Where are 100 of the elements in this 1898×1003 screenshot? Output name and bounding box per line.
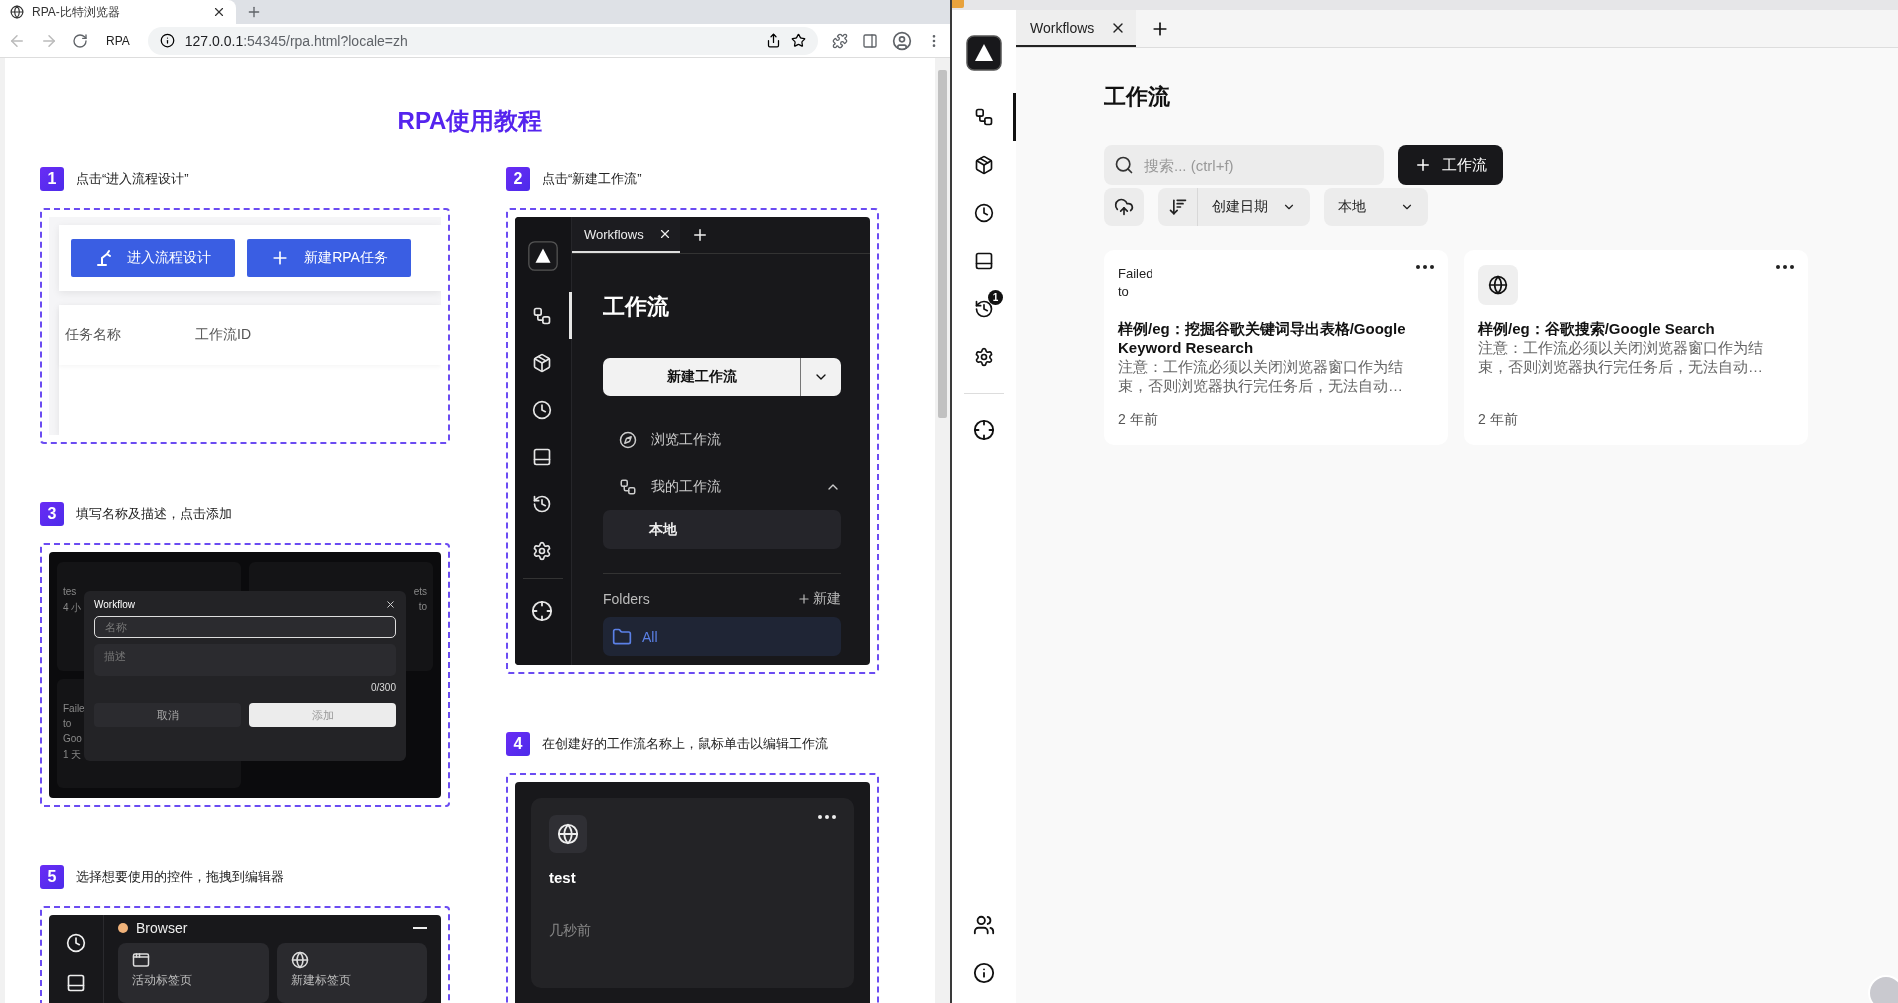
card-text: ets — [413, 586, 427, 597]
extensions-button[interactable] — [832, 32, 848, 49]
workflow-description: 注意：工作流必须以关闭浏览器窗口作为结束，否则浏览器执行完任务后，无法自动… — [1118, 357, 1404, 395]
card-text: Faile — [63, 703, 85, 714]
app-icon — [952, 0, 964, 8]
new-folder-button[interactable]: 新建 — [797, 590, 841, 608]
group-title: Browser — [136, 920, 189, 936]
history-icon — [531, 493, 552, 514]
count-badge: 1 — [988, 290, 1003, 305]
action-button[interactable]: 新建RPA任务 — [247, 239, 411, 277]
block-card[interactable]: 活动标签页 — [118, 943, 269, 1003]
page-title: RPA使用教程 — [396, 106, 544, 136]
plus-icon — [1414, 156, 1432, 174]
close-icon — [212, 5, 226, 19]
browser-tab[interactable]: RPA-比特浏览器 — [0, 0, 236, 24]
logo-icon — [966, 35, 1002, 71]
step-caption: 填写名称及描述，点击添加 — [76, 505, 232, 523]
image-alt-text: Failed to — [1118, 265, 1152, 301]
new-workflow-button[interactable]: 工作流 — [1398, 145, 1503, 185]
dialog-title: Workflow — [94, 599, 136, 610]
card-text: 4 小 — [63, 601, 82, 615]
address-bar[interactable]: 127.0.0.1:54345/rpa.html?locale=zh — [147, 26, 818, 55]
tab[interactable]: Workflows — [572, 217, 680, 253]
panel-icon — [974, 251, 994, 271]
block-card[interactable]: 新建标签页 — [276, 943, 427, 1003]
workflow-time: 2 年前 — [1478, 411, 1519, 429]
step-number: 3 — [40, 502, 64, 526]
side-panel-icon — [862, 32, 878, 49]
url-text: 127.0.0.1:54345/rpa.html?locale=zh — [184, 32, 409, 49]
step-number: 4 — [506, 732, 530, 756]
nav-subitem[interactable]: 本地 — [603, 510, 841, 549]
compass-icon — [619, 430, 637, 449]
workflow-icon — [531, 305, 552, 326]
character-counter: 0/300 — [370, 682, 396, 693]
side-panel-button[interactable] — [862, 32, 878, 49]
window-icon — [132, 951, 150, 969]
name-field[interactable]: 名称 — [94, 616, 396, 638]
workflow-time: 几秒前 — [549, 922, 592, 940]
extension-button[interactable]: RPA — [102, 33, 134, 48]
cancel-button[interactable]: 取消 — [94, 703, 241, 727]
folder-icon — [612, 626, 632, 647]
upload-button[interactable] — [1104, 188, 1144, 226]
step-caption: 点击“新建工作流” — [542, 170, 642, 188]
crosshair-icon — [973, 419, 995, 441]
globe-icon — [549, 815, 587, 853]
sort-icon — [1167, 197, 1188, 217]
robot-arm-icon — [95, 249, 113, 267]
reload-icon — [72, 32, 88, 49]
workflow-title: 样例/eg：挖掘谷歌关键词导出表格/Google Keyword Research — [1118, 319, 1407, 357]
workflow-card[interactable]: Failed to 样例/eg：挖掘谷歌关键词导出表格/Google Keyword Research 注意：工作流必须以关闭浏览器窗口作为结束，否则浏览器执行完任务后，无法自动… 2 年前 — [1104, 250, 1448, 445]
panel-icon — [531, 446, 552, 467]
info-icon — [159, 33, 175, 48]
close-icon — [385, 599, 396, 610]
card-text: tes — [63, 586, 77, 597]
step-caption: 点击“进入流程设计” — [76, 170, 189, 188]
card-text: Goo — [63, 733, 82, 744]
clock-icon — [974, 203, 994, 223]
folder-item[interactable]: All — [603, 617, 841, 656]
section-title: Folders — [603, 591, 651, 607]
new-workflow-button[interactable]: 新建工作流 — [603, 358, 801, 396]
block-label: 活动标签页 — [132, 972, 193, 989]
action-button[interactable]: 进入流程设计 — [71, 239, 235, 277]
search-bar[interactable]: 搜索... (ctrl+f) — [1104, 145, 1384, 185]
history-icon — [974, 299, 994, 319]
close-button[interactable] — [385, 599, 396, 610]
search-field[interactable]: 搜索... (ctrl+f) — [1142, 155, 1374, 175]
step-caption: 在创建好的工作流名称上，鼠标单击以编辑工作流 — [542, 735, 828, 753]
globe-icon — [1478, 265, 1518, 305]
workflow-title: test — [549, 869, 577, 886]
panel-icon — [66, 973, 86, 993]
description-field[interactable]: 描述 — [94, 644, 396, 676]
sort-select[interactable]: 创建日期 — [1198, 188, 1310, 226]
logo-icon — [528, 241, 558, 271]
workflow-card[interactable]: test 几秒前 — [531, 798, 854, 988]
workflow-description: 注意：工作流必须以关闭浏览器窗口作为结束，否则浏览器执行完任务后，无法自动… — [1478, 338, 1764, 376]
filter-select[interactable]: 本地 — [1324, 188, 1428, 226]
page-heading: 工作流 — [603, 293, 670, 321]
workflow-icon — [619, 477, 637, 496]
workflow-title: 样例/eg：谷歌搜索/Google Search — [1478, 319, 1716, 338]
package-icon — [974, 155, 994, 175]
tab[interactable]: Workflows — [1016, 10, 1136, 47]
sidebar-item[interactable]: 1 — [952, 285, 1016, 333]
block-label: 新建标签页 — [290, 972, 352, 989]
cloud-upload-icon — [1114, 197, 1134, 217]
nav-item[interactable]: 我的工作流 — [603, 463, 841, 510]
globe-icon — [290, 951, 309, 969]
scrollbar-thumb[interactable] — [938, 70, 947, 418]
nav-item[interactable]: 浏览工作流 — [603, 416, 841, 463]
reload-button[interactable] — [72, 32, 88, 49]
status-dot — [118, 923, 128, 933]
card-text: 1 天 — [63, 748, 82, 762]
page-heading: 工作流 — [1104, 83, 1171, 111]
card-text: to — [63, 718, 72, 729]
step-number: 1 — [40, 167, 64, 191]
workflow-card[interactable]: 样例/eg：谷歌搜索/Google Search 注意：工作流必须以关闭浏览器窗口作为结束，否则浏览器执行完任务后，无法自动… 2 年前 — [1464, 250, 1808, 445]
profile-button[interactable] — [892, 30, 912, 51]
workflow-icon — [974, 107, 994, 127]
star-icon — [791, 33, 806, 48]
step-caption: 选择想要使用的控件，拖拽到编辑器 — [76, 868, 284, 886]
workflow-time: 2 年前 — [1118, 411, 1159, 429]
